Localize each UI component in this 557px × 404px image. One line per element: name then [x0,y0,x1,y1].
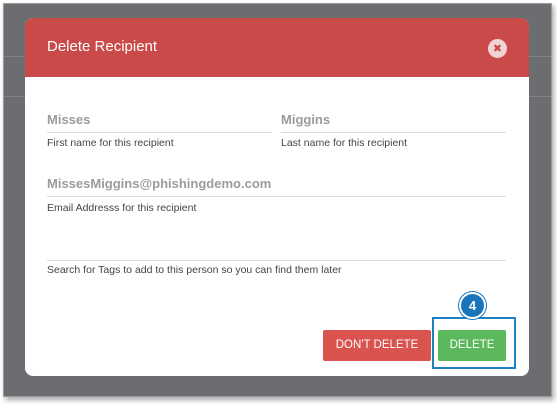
first-name-value: Misses [47,112,91,127]
last-name-field[interactable]: Miggins [281,104,506,133]
tags-help: Search for Tags to add to this person so… [47,264,342,276]
modal-title: Delete Recipient [47,38,158,55]
first-name-field[interactable]: Misses [47,104,272,133]
delete-highlight-box [432,317,516,369]
email-value: MissesMiggins@phishingdemo.com [47,176,272,191]
email-field[interactable]: MissesMiggins@phishingdemo.com [47,168,506,197]
step-number-badge: 4 [459,292,486,319]
modal-header: Delete Recipient ✖ [25,18,529,77]
tags-search-input[interactable] [47,232,506,261]
last-name-help: Last name for this recipient [281,137,408,149]
first-name-help: First name for this recipient [47,137,174,149]
last-name-value: Miggins [281,112,331,127]
dont-delete-button[interactable]: DON'T DELETE [323,330,431,361]
close-icon[interactable]: ✖ [488,39,507,58]
email-help: Email Addresss for this recipient [47,202,197,214]
